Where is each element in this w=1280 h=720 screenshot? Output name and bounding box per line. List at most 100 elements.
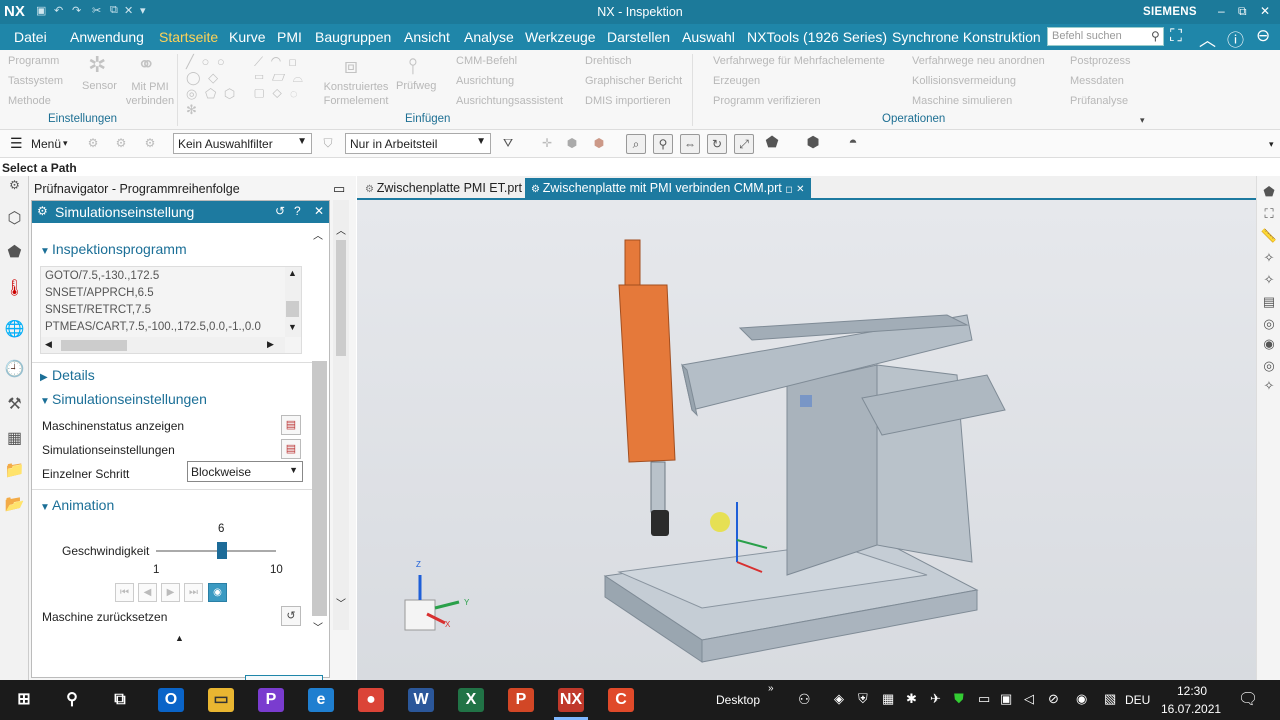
ribbon-cmm-befehl[interactable]: CMM-Befehl	[456, 55, 517, 67]
outlook-icon[interactable]: O	[158, 688, 184, 712]
search-icon[interactable]: ⚲	[1151, 29, 1160, 43]
select-body-icon[interactable]: ⬢	[562, 134, 582, 154]
fit-icon[interactable]: ⤢	[734, 134, 754, 154]
notification-icon[interactable]: 🗨	[1238, 689, 1258, 709]
desktop-toolbar[interactable]: Desktop	[716, 693, 760, 707]
minimize-icon[interactable]: –	[1218, 4, 1225, 18]
clock-date[interactable]: 16.07.2021	[1161, 702, 1221, 716]
edge-icon[interactable]: e	[308, 688, 334, 712]
scroll-down-icon[interactable]: ﹀	[313, 619, 323, 634]
part-navigator-icon[interactable]: ⬡	[4, 208, 25, 229]
reset-dialog-icon[interactable]: ↺	[275, 204, 285, 218]
snap-point-icon[interactable]: ✛	[537, 134, 557, 154]
section-details[interactable]: ▶ Details	[40, 367, 95, 383]
code-line[interactable]: GOTO/7.5,-130.,172.5	[45, 270, 159, 282]
collapse-up-icon[interactable]: ▲	[175, 633, 184, 643]
hide-icon[interactable]: ◎	[1260, 316, 1278, 332]
ribbon-verfahrwege-neu[interactable]: Verfahrwege neu anordnen	[912, 55, 1045, 67]
code-horizontal-scrollbar[interactable]: ◀ ▶	[41, 337, 285, 353]
security-icon[interactable]: ⛊	[954, 691, 964, 707]
inspection-navigator-icon[interactable]: 🌡	[4, 278, 25, 299]
menu-button[interactable]: Menü	[31, 137, 61, 151]
ribbon-erzeugen[interactable]: Erzeugen	[713, 75, 760, 87]
fit-view-icon[interactable]: ⛶	[1260, 206, 1278, 222]
tray-app-4-icon[interactable]: ⊘	[1048, 691, 1059, 707]
battery-icon[interactable]: ▭	[978, 691, 990, 707]
play-icon[interactable]: ▶	[161, 583, 180, 602]
people-icon[interactable]: ⚇	[798, 691, 811, 708]
scroll-down-icon[interactable]: ﹀	[336, 595, 346, 610]
ribbon-programm[interactable]: Programm	[8, 55, 59, 67]
select-face-icon[interactable]: ⬢	[589, 134, 609, 154]
code-line[interactable]: SNSET/RETRCT,7.5	[45, 304, 151, 316]
ribbon-drehtisch[interactable]: Drehtisch	[585, 55, 631, 67]
selection-scope-select[interactable]: Nur in Arbeitsteil ▼	[345, 133, 491, 154]
folder-2-icon[interactable]: 📂	[4, 494, 25, 515]
scroll-right-icon[interactable]: ▶	[267, 339, 274, 350]
close-window-icon[interactable]: ✕	[1260, 4, 1270, 18]
ribbon-messdaten[interactable]: Messdaten	[1070, 75, 1124, 87]
fullscreen-icon[interactable]: ⛶	[1170, 26, 1182, 46]
scroll-left-icon[interactable]: ◀	[45, 339, 52, 350]
skip-start-icon[interactable]: ⏮	[115, 583, 134, 602]
zoom-window-icon[interactable]: ⌕	[626, 134, 646, 154]
layer-icon[interactable]: ▤	[1260, 294, 1278, 310]
menu-kurve[interactable]: Kurve	[229, 29, 266, 45]
help-icon[interactable]: ?	[294, 204, 301, 218]
tree-icon[interactable]: ⚙	[140, 134, 160, 154]
filter-reset-icon[interactable]: ⛉	[318, 134, 338, 154]
view-shaded-icon[interactable]: ⬟	[1260, 184, 1278, 200]
selection-filter-select[interactable]: Kein Auswahlfilter ▼	[173, 133, 312, 154]
ribbon-ausrichtungsassistent[interactable]: Ausrichtungsassistent	[456, 95, 563, 107]
machine-model-svg[interactable]: Z Y X	[357, 200, 1256, 680]
snap-icon[interactable]: ⚙	[83, 134, 103, 154]
link-pmi-icon[interactable]: ⚭	[137, 52, 155, 78]
table-icon[interactable]: ▦	[4, 428, 25, 449]
zoom-icon[interactable]: ⚲	[653, 134, 673, 154]
windows-start-icon[interactable]: ⊞	[11, 688, 37, 712]
assembly-icon[interactable]: ⚙	[111, 134, 131, 154]
history-icon[interactable]: 🕘	[4, 359, 25, 380]
scroll-thumb[interactable]	[336, 240, 346, 356]
menu-nxtools[interactable]: NXTools (1926 Series)	[747, 29, 887, 45]
ribbon-tastsystem[interactable]: Tastsystem	[8, 75, 63, 87]
highlight-icon[interactable]: ✧	[1260, 250, 1278, 266]
constructed-feature-icon[interactable]: ⧈	[344, 53, 358, 79]
pdf-icon[interactable]: P	[258, 688, 284, 712]
orient-view-icon[interactable]: ⬟	[762, 134, 782, 154]
show-icon[interactable]: ◉	[1260, 336, 1278, 352]
scroll-up-icon[interactable]: ︿	[313, 227, 323, 242]
help-icon[interactable]: ⓘ	[1227, 26, 1244, 51]
ribbon-programm-verifizieren[interactable]: Programm verifizieren	[713, 95, 821, 107]
menu-startseite[interactable]: Startseite	[159, 29, 218, 45]
scroll-down-icon[interactable]: ▼	[288, 322, 297, 332]
menu-ansicht[interactable]: Ansicht	[404, 29, 450, 45]
clock-time[interactable]: 12:30	[1177, 684, 1207, 698]
menu-darstellen[interactable]: Darstellen	[607, 29, 670, 45]
show-hide-icon[interactable]: ◎	[1260, 358, 1278, 374]
ribbon-dmis-importieren[interactable]: DMIS importieren	[585, 95, 671, 107]
ribbon-kollisionsvermeidung[interactable]: Kollisionsvermeidung	[912, 75, 1016, 87]
tray-app-2-icon[interactable]: ▦	[882, 691, 894, 707]
toolbar-more-icon[interactable]: ▾	[1269, 139, 1274, 150]
tab-float-icon[interactable]: ◻	[785, 184, 792, 194]
menu-pmi[interactable]: PMI	[277, 29, 302, 45]
display-options-icon[interactable]: ◓	[843, 134, 863, 154]
scroll-thumb[interactable]	[286, 301, 299, 317]
group-more-icon[interactable]: ▾	[1140, 115, 1145, 126]
menu-werkzeuge[interactable]: Werkzeuge	[525, 29, 596, 45]
folder-icon[interactable]: 📁	[4, 460, 25, 481]
close-icon[interactable]: ✕	[314, 204, 324, 218]
tray-app-6-icon[interactable]: ▧	[1104, 691, 1116, 707]
section-inspektionsprogramm[interactable]: ▼ Inspektionsprogramm	[40, 241, 187, 257]
scroll-up-icon[interactable]: ︿	[336, 222, 346, 237]
code-line[interactable]: PTMEAS/CART,7.5,-100.,172.5,0.0,-1.,0.0	[45, 321, 261, 333]
section-animation[interactable]: ▼ Animation	[40, 497, 114, 513]
menu-baugruppen[interactable]: Baugruppen	[315, 29, 391, 45]
render-style-icon[interactable]: ⬢	[803, 134, 823, 154]
ribbon-methode[interactable]: Methode	[8, 95, 51, 107]
app-icon[interactable]: C	[608, 688, 634, 712]
file-explorer-icon[interactable]: ▭	[208, 688, 234, 712]
chrome-icon[interactable]: ●	[358, 688, 384, 712]
settings-icon[interactable]: ⚙	[4, 178, 25, 199]
